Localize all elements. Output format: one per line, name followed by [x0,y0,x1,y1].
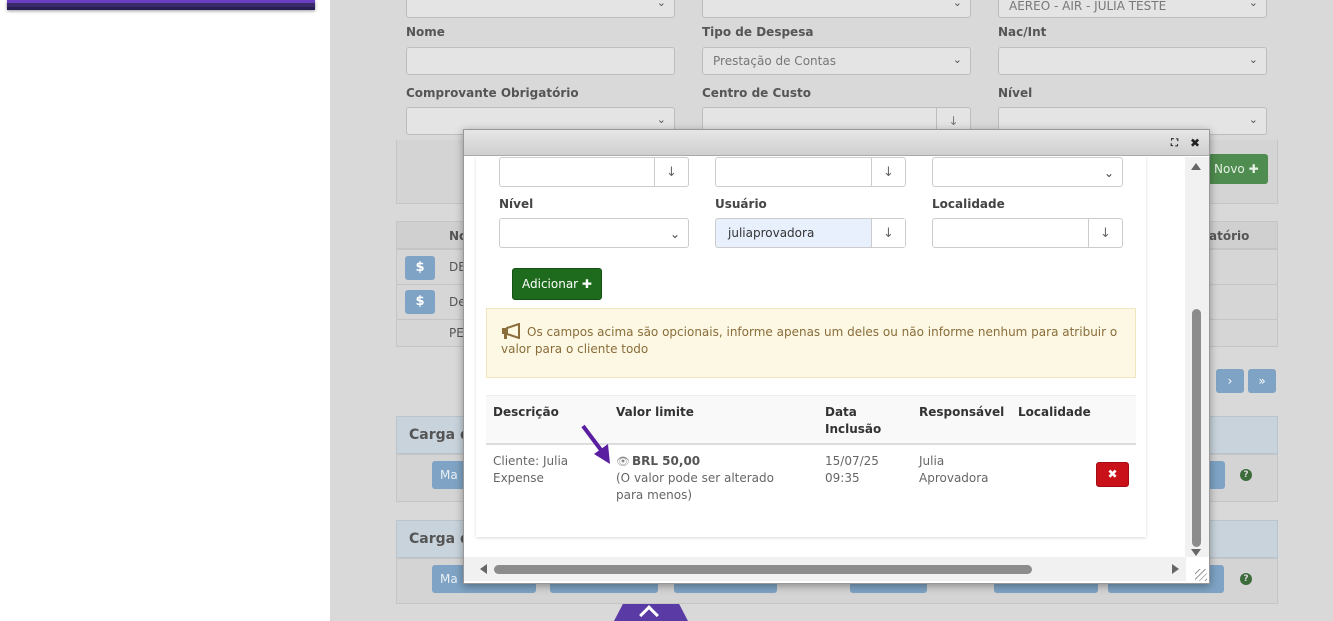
panel-carga-2-title: Carga d [409,531,470,547]
chevron-down-icon: ⌄ [669,227,680,241]
panel-carga-1-title: Carga d [409,427,470,443]
centro-custo-input[interactable]: ↓ [715,157,906,187]
chevron-down-icon: ⌄ [1103,166,1114,180]
nac-int-select[interactable]: ⌄ [932,157,1123,187]
arrow-down-icon[interactable]: ↓ [871,219,905,247]
scroll-left-icon[interactable] [480,564,487,574]
dollar-icon: $ [405,256,435,280]
pager-next-button: › [1216,369,1244,393]
valor-amount: BRL 50,00 [631,454,701,468]
bg-nac-int-select: ⌄ [998,47,1267,75]
bg-row-text: PE [449,326,464,340]
arrow-down-icon[interactable]: ↓ [654,158,688,186]
localidade-input[interactable]: ↓ [932,218,1123,248]
tipo-despesa-value: Prestação de Contas [713,54,836,68]
chevron-down-icon: ⌄ [952,0,962,9]
nivel-select[interactable]: ⌄ [499,218,689,248]
modal-dialog: ⛶ ✖ ↓ ↓ ⌄ Nível Usuário Localidade ⌄ jul… [463,129,1210,584]
bg-select-2: ⌄ [702,0,971,18]
left-panel [0,0,330,621]
valor-note: (O valor pode ser alterado para menos) [616,471,774,502]
cell-valor: 👁 BRL 50,00 (O valor pode ser alterado pa… [616,453,801,504]
chevron-down-icon: ⌄ [1248,53,1258,66]
modal-titlebar[interactable]: ⛶ ✖ [464,130,1209,156]
vertical-scroll-thumb[interactable] [1192,309,1201,547]
logo-bar [7,0,315,10]
bg-select-3: AEREO - AIR - JULIA TESTE ⌄ [998,0,1267,18]
dollar-icon: $ [405,290,435,314]
delete-button[interactable]: ✖ [1096,462,1129,487]
cell-responsavel: Julia Aprovadora [919,454,989,485]
chevron-down-icon: ⌄ [1248,0,1258,9]
alert-text: Os campos acima são opcionais, informe a… [501,325,1118,356]
label-comprovante: Comprovante Obrigatório [406,86,579,100]
usuario-input[interactable]: juliaprovadora ↓ [715,218,906,248]
adicionar-button[interactable]: Adicionar ✚ [512,268,602,300]
novo-button: Novo ✚ [1208,154,1268,184]
chevron-down-icon: ⌄ [656,0,666,9]
close-icon[interactable]: ✖ [1190,136,1200,150]
label-tipo-despesa: Tipo de Despesa [702,25,814,39]
localidade-label: Localidade [932,197,1005,211]
usuario-label: Usuário [715,197,767,211]
label-nome: Nome [406,25,445,39]
help-icon: ? [1240,469,1252,481]
bg-tipo-despesa-select: Prestação de Contas ⌄ [702,47,971,75]
chevron-down-icon: ⌄ [952,53,962,66]
bg-select-1: ⌄ [406,0,675,18]
pager-last-button: » [1248,369,1276,393]
help-icon: ? [1240,573,1252,585]
chevron-up-icon [639,605,659,621]
col-data-inclusao: Data Inclusão [825,405,882,436]
annotation-arrow-icon [581,424,610,464]
scroll-right-icon[interactable] [1172,564,1179,574]
resize-grip-icon[interactable] [1195,569,1207,581]
col-descricao: Descrição [493,405,559,419]
arrow-down-icon[interactable]: ↓ [1088,219,1122,247]
arrow-down-icon[interactable]: ↓ [871,158,905,186]
info-alert: Os campos acima são opcionais, informe a… [486,308,1136,378]
bg-nome-input [406,47,675,75]
scroll-down-icon[interactable] [1191,549,1201,556]
chevron-down-icon: ⌄ [656,113,666,126]
bg-col-obrigatorio: atório [1209,229,1250,243]
megaphone-icon [502,323,520,339]
cell-data: 15/07/25 09:35 [825,454,879,485]
col-localidade: Localidade [1018,405,1091,419]
col-responsavel: Responsável [919,405,1005,419]
horizontal-scrollbar[interactable] [464,557,1186,581]
bg-select-3-value: AEREO - AIR - JULIA TESTE [1009,0,1167,13]
horizontal-scroll-thumb[interactable] [494,565,1032,574]
cliente-input[interactable]: ↓ [499,157,689,187]
label-nac-int: Nac/Int [998,25,1047,39]
label-centro-custo: Centro de Custo [702,86,811,100]
chevron-down-icon: ⌄ [1248,113,1258,126]
scroll-up-icon[interactable] [1191,163,1201,170]
nivel-label: Nível [499,197,534,211]
usuario-value: juliaprovadora [728,226,815,240]
cell-descricao: Cliente: Julia Expense [493,454,569,485]
modal-content: ↓ ↓ ⌄ Nível Usuário Localidade ⌄ juliapr… [464,157,1186,557]
vertical-scrollbar[interactable] [1185,157,1209,557]
eye-icon: 👁 [616,455,630,468]
label-nivel-bg: Nível [998,86,1033,100]
expand-icon[interactable]: ⛶ [1171,138,1178,149]
col-valor-limite: Valor limite [616,405,694,419]
scroll-top-button [614,604,688,621]
